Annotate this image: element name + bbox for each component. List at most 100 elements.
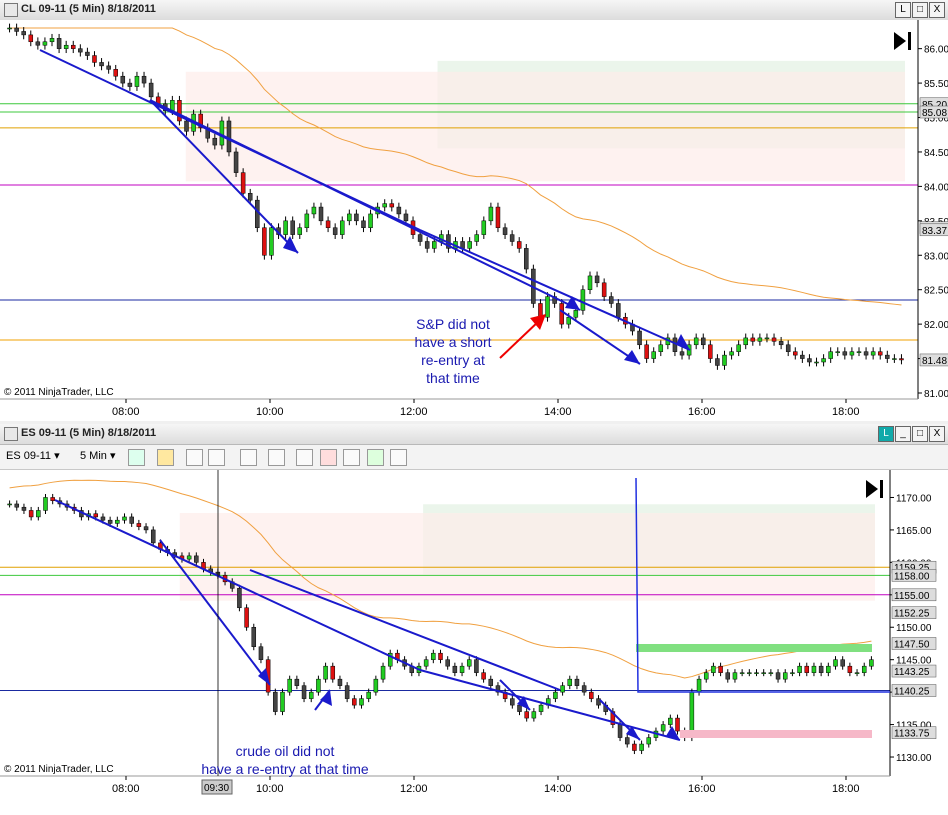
indicators-icon[interactable]	[320, 449, 337, 466]
candle-body	[380, 665, 386, 680]
candle-body	[100, 516, 106, 521]
candle-body	[616, 303, 621, 318]
candle-body	[283, 220, 288, 235]
price-tick-label: 84.00	[924, 182, 948, 193]
price-marker-label: 81.48	[922, 356, 947, 367]
candle-body	[658, 344, 664, 352]
annotation-text: S&P did not	[416, 316, 490, 332]
candle-body	[856, 351, 862, 353]
price-marker-label: 1147.50	[894, 639, 930, 650]
link-button[interactable]: L	[895, 2, 911, 18]
candle-body	[467, 241, 472, 249]
candle-body	[524, 248, 529, 270]
instrument-selector[interactable]: ES 09-11 ▾	[6, 449, 60, 464]
candle-body	[545, 296, 550, 318]
close-button[interactable]: X	[929, 426, 945, 442]
price-tick-label: 1130.00	[896, 753, 932, 764]
price-tick-label: 1165.00	[896, 526, 932, 537]
candle-body	[524, 711, 529, 719]
candle-body	[431, 652, 436, 660]
candle-body	[287, 678, 292, 693]
bar-type-icon[interactable]	[128, 449, 145, 466]
candle-body	[869, 659, 874, 667]
candle-body	[701, 337, 706, 346]
candle-body	[382, 203, 387, 208]
candle-body	[818, 665, 824, 673]
copyright-text: © 2011 NinjaTrader, LLC	[4, 764, 114, 775]
time-tick-label: 18:00	[832, 783, 860, 795]
template-icon[interactable]	[390, 449, 407, 466]
zoom-in-icon[interactable]	[186, 449, 203, 466]
candle-body	[330, 665, 336, 680]
candle-body	[764, 337, 770, 340]
candle-body	[170, 100, 175, 111]
end-bar-icon	[880, 480, 883, 498]
candle-body	[842, 351, 848, 356]
time-tick-label: 12:00	[400, 406, 428, 418]
candle-body	[502, 227, 508, 235]
es-price-chart[interactable]: 1130.001135.001140.001145.001150.001155.…	[0, 470, 948, 815]
candle-body	[589, 691, 594, 699]
link-button[interactable]: L	[878, 426, 894, 442]
strategies-icon[interactable]	[343, 449, 360, 466]
interval-selector[interactable]: 5 Min ▾	[80, 449, 115, 464]
end-bar-icon	[908, 32, 911, 50]
candle-body	[247, 193, 253, 201]
crosshair-icon[interactable]	[240, 449, 257, 466]
candle-body	[21, 506, 27, 511]
candle-body	[711, 665, 716, 673]
candle-body	[107, 519, 113, 524]
candle-body	[445, 659, 450, 667]
candle-body	[574, 678, 580, 686]
candle-body	[785, 344, 791, 352]
candle-body	[474, 234, 479, 242]
time-tick-label: 16:00	[688, 783, 716, 795]
candle-body	[113, 69, 118, 77]
price-tick-label: 85.50	[924, 79, 948, 90]
close-button[interactable]: X	[929, 2, 945, 18]
candle-body	[304, 213, 310, 228]
time-tick-label: 14:00	[544, 783, 572, 795]
candle-body	[877, 351, 883, 356]
zoom-out-icon[interactable]	[208, 449, 225, 466]
data-series-icon[interactable]	[296, 449, 313, 466]
candle-body	[28, 510, 34, 518]
es-window-title: ES 09-11 (5 Min) 8/18/2011	[21, 427, 157, 439]
candle-body	[800, 354, 805, 359]
candle-body	[757, 337, 763, 342]
candle-body	[608, 296, 614, 304]
candle-body	[143, 526, 149, 531]
candle-body	[233, 151, 239, 173]
cl-price-chart[interactable]: 81.0081.5082.0082.5083.0083.5084.0084.50…	[0, 20, 948, 421]
candle-body	[517, 704, 522, 712]
candle-body	[708, 344, 713, 359]
candle-body	[177, 100, 182, 122]
candle-body	[308, 691, 314, 699]
maximize-button[interactable]: □	[912, 2, 928, 18]
candle-body	[255, 199, 260, 228]
candle-body	[509, 234, 515, 242]
dollar-icon[interactable]	[367, 449, 384, 466]
time-tick-label: 10:00	[256, 406, 284, 418]
candle-body	[854, 672, 860, 674]
candle-body	[775, 672, 781, 680]
maximize-button[interactable]: □	[912, 426, 928, 442]
drawing-pencil-icon[interactable]	[157, 449, 174, 466]
candle-body	[417, 234, 423, 242]
candle-body	[7, 27, 12, 30]
candle-body	[244, 607, 249, 628]
price-marker-label: 1158.00	[894, 571, 930, 582]
properties-icon[interactable]	[268, 449, 285, 466]
candle-body	[587, 275, 593, 290]
candle-body	[861, 665, 867, 673]
candle-body	[594, 275, 600, 284]
candle-body	[768, 672, 774, 674]
price-tick-label: 1170.00	[896, 493, 932, 504]
candle-body	[580, 289, 586, 311]
minimize-button[interactable]: _	[895, 426, 911, 442]
price-tick-label: 82.00	[924, 320, 948, 331]
candle-body	[725, 672, 731, 680]
candle-body	[553, 691, 558, 699]
candle-body	[49, 38, 55, 43]
time-tick-label: 08:00	[112, 783, 140, 795]
